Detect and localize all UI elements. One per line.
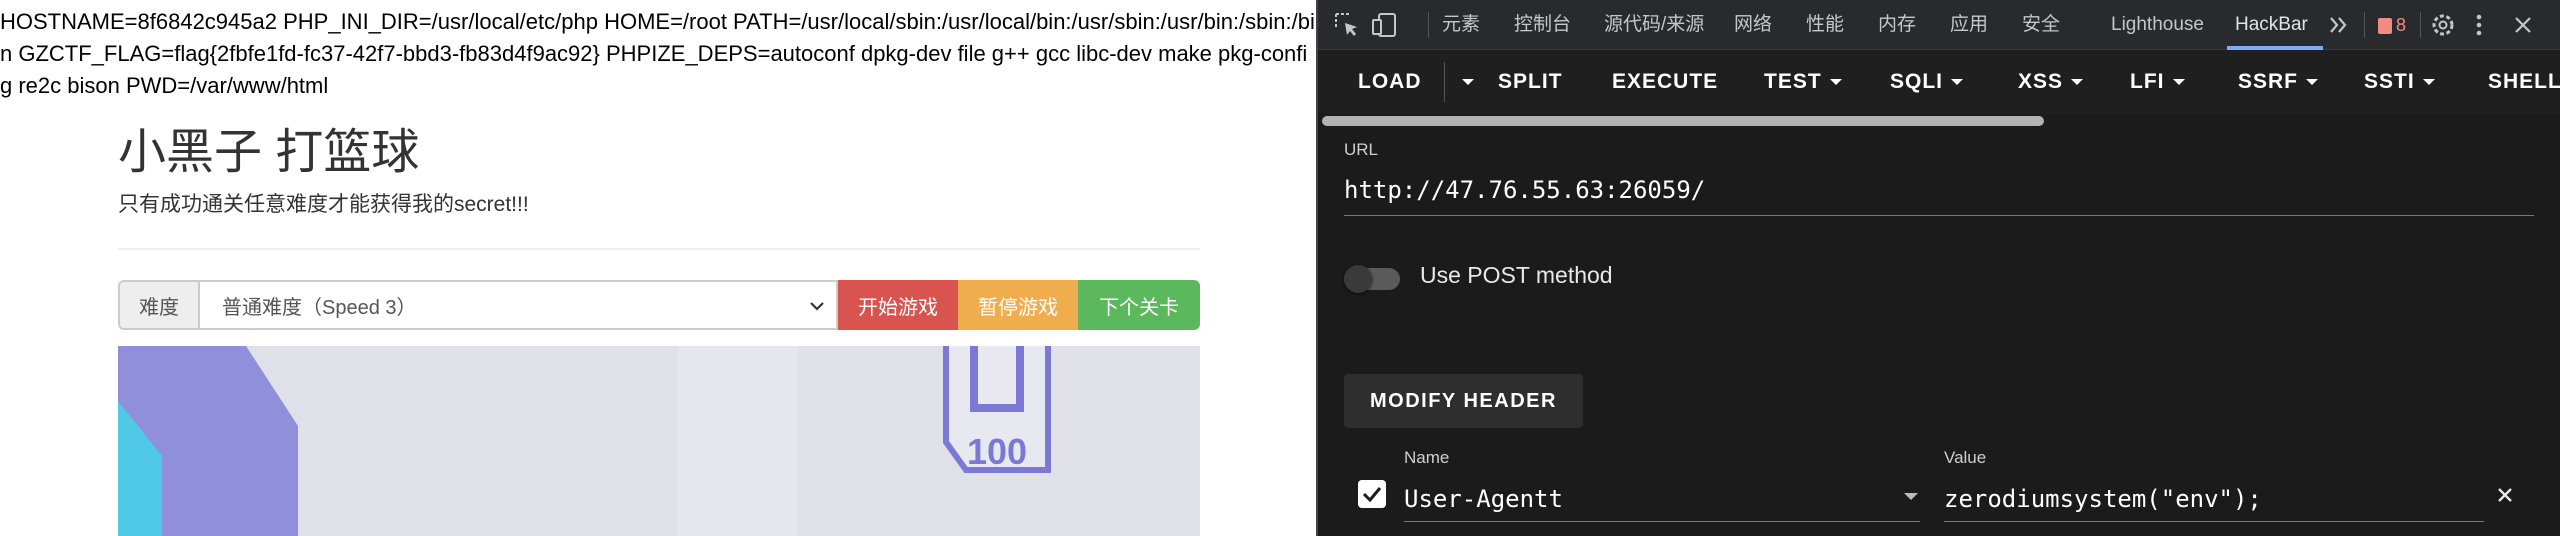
caret-down-icon — [2306, 79, 2319, 86]
shell-menu-button[interactable]: SHELL — [2488, 50, 2560, 114]
devtools-panel: 元素 控制台 源代码/来源 网络 性能 内存 应用 安全 Lighthouse … — [1316, 0, 2560, 536]
caret-down-icon — [2071, 79, 2084, 86]
issues-count: 8 — [2396, 15, 2407, 35]
tab-elements[interactable]: 元素 — [1442, 0, 1480, 50]
logo-100-text: 100 — [967, 431, 1027, 472]
caret-down-icon — [2172, 79, 2185, 86]
pause-game-button[interactable]: 暂停游戏 — [958, 280, 1078, 330]
tab-console[interactable]: 控制台 — [1514, 0, 1571, 50]
difficulty-label: 难度 — [118, 280, 198, 330]
header-name-label: Name — [1404, 448, 1450, 467]
caret-down-icon — [1951, 79, 1964, 86]
light-panel — [678, 346, 798, 536]
difficulty-select[interactable]: 普通难度（Speed 3） — [198, 280, 838, 330]
difficulty-select-value: 普通难度（Speed 3） — [222, 296, 417, 319]
ssrf-menu-label: SSRF — [2238, 70, 2299, 93]
tab-application[interactable]: 应用 — [1950, 0, 1988, 50]
header-name-input[interactable]: User-Agentt — [1404, 476, 1920, 522]
toolbar-separator — [1428, 12, 1429, 38]
header-value-input[interactable]: zerodiumsystem("env"); — [1944, 476, 2484, 522]
tab-hackbar[interactable]: HackBar — [2235, 0, 2308, 50]
more-tabs-icon[interactable] — [2324, 10, 2354, 40]
devtools-tabbar: 元素 控制台 源代码/来源 网络 性能 内存 应用 安全 Lighthouse … — [1318, 0, 2560, 50]
game-controls: 难度 普通难度（Speed 3） 开始游戏 暂停游戏 下个关卡 — [118, 280, 1200, 330]
game-canvas[interactable]: 100 — [118, 346, 1200, 536]
toolbar-separator — [1444, 62, 1445, 102]
web-page: HOSTNAME=8f6842c945a2 PHP_INI_DIR=/usr/l… — [0, 0, 1316, 536]
ssti-menu-label: SSTI — [2364, 70, 2415, 93]
toolbar-separator — [2364, 12, 2365, 38]
modify-header-button[interactable]: MODIFY HEADER — [1344, 374, 1583, 428]
header-enabled-checkbox[interactable] — [1358, 480, 1386, 508]
start-game-button[interactable]: 开始游戏 — [838, 280, 958, 330]
load-dropdown-button[interactable] — [1454, 50, 1474, 114]
execute-button[interactable]: EXECUTE — [1612, 50, 1718, 114]
toolbar-scrollbar[interactable] — [1322, 116, 2044, 126]
logo-100-icon: 100 — [943, 346, 1051, 473]
post-method-label: Use POST method — [1420, 262, 1613, 288]
tab-network[interactable]: 网络 — [1734, 0, 1772, 50]
ssrf-menu-button[interactable]: SSRF — [2238, 50, 2319, 114]
issues-badge[interactable]: 8 — [2378, 0, 2406, 50]
lfi-menu-button[interactable]: LFI — [2130, 50, 2185, 114]
sqli-menu-label: SQLI — [1890, 70, 1944, 93]
ssti-menu-button[interactable]: SSTI — [2364, 50, 2435, 114]
toggle-knob — [1344, 265, 1372, 293]
lfi-menu-label: LFI — [2130, 70, 2165, 93]
toolbar-separator — [2420, 12, 2421, 38]
split-button[interactable]: SPLIT — [1498, 50, 1563, 114]
tab-security[interactable]: 安全 — [2022, 0, 2060, 50]
issues-icon — [2378, 18, 2392, 35]
device-toolbar-icon[interactable] — [1370, 10, 1400, 40]
sqli-menu-button[interactable]: SQLI — [1890, 50, 1964, 114]
caret-down-icon — [1462, 79, 1474, 86]
xss-menu-button[interactable]: XSS — [2018, 50, 2084, 114]
close-devtools-icon[interactable] — [2508, 10, 2538, 40]
header-value-label: Value — [1944, 448, 1987, 467]
page-subtitle: 只有成功通关任意难度才能获得我的secret!!! — [118, 193, 529, 216]
tab-lighthouse[interactable]: Lighthouse — [2111, 0, 2204, 50]
header-name-dropdown-icon[interactable] — [1904, 493, 1918, 500]
url-label: URL — [1344, 140, 1379, 159]
test-menu-button[interactable]: TEST — [1764, 50, 1842, 114]
remove-header-icon[interactable] — [2490, 480, 2520, 510]
divider — [118, 248, 1200, 250]
load-button[interactable]: LOAD — [1358, 50, 1422, 114]
caret-down-icon — [1829, 79, 1842, 86]
url-input[interactable]: http://47.76.55.63:26059/ — [1344, 172, 2534, 216]
tab-sources[interactable]: 源代码/来源 — [1604, 0, 1704, 50]
settings-icon[interactable] — [2428, 10, 2458, 40]
chevron-down-icon — [810, 302, 824, 311]
env-output-text: HOSTNAME=8f6842c945a2 PHP_INI_DIR=/usr/l… — [0, 9, 1315, 98]
game-scene-graphic: 100 — [118, 346, 1200, 536]
test-menu-label: TEST — [1764, 70, 1822, 93]
xss-menu-label: XSS — [2018, 70, 2064, 93]
hackbar-toolbar: LOAD SPLIT EXECUTE TEST SQLI XSS LFI SSR… — [1318, 50, 2560, 114]
tab-performance[interactable]: 性能 — [1806, 0, 1844, 50]
inspect-icon[interactable] — [1332, 10, 1362, 40]
page-title: 小黑子 打篮球 — [118, 126, 420, 179]
kebab-menu-icon[interactable] — [2464, 10, 2494, 40]
caret-down-icon — [2422, 79, 2435, 86]
tab-memory[interactable]: 内存 — [1878, 0, 1916, 50]
next-level-button[interactable]: 下个关卡 — [1078, 280, 1200, 330]
